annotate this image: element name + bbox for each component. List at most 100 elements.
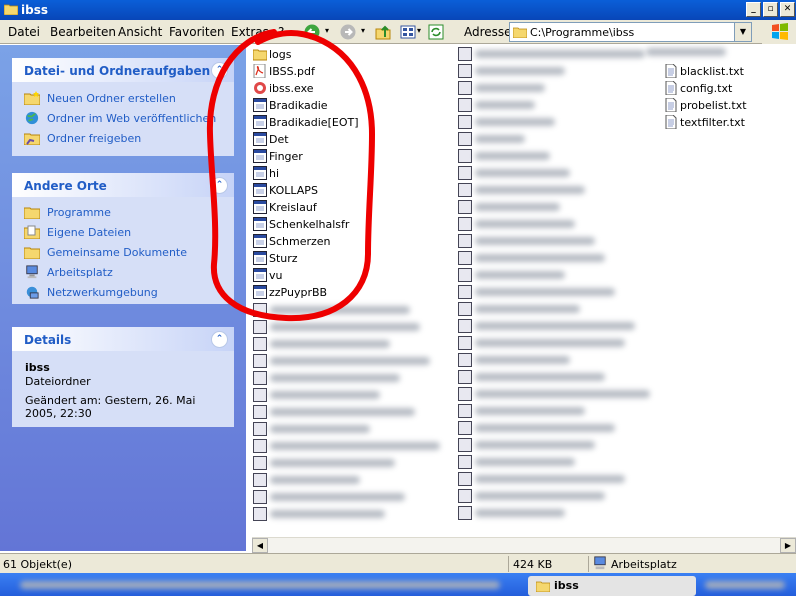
close-button[interactable]: ✕ [780, 2, 795, 17]
blurred-filename [475, 67, 565, 75]
window-icon [253, 200, 267, 214]
file-icon-blurred [458, 387, 472, 401]
file-item[interactable]: ibss.exe [253, 80, 433, 97]
file-item[interactable]: KOLLAPS [253, 182, 433, 199]
views-icon[interactable] [400, 24, 416, 40]
back-dropdown-icon[interactable]: ▾ [325, 26, 329, 35]
forward-dropdown-icon[interactable]: ▾ [361, 26, 365, 35]
file-item[interactable]: Schenkelhalsfr [253, 216, 433, 233]
file-item[interactable]: hi [253, 165, 433, 182]
file-icon-blurred [458, 404, 472, 418]
menu-help[interactable]: ? [278, 25, 284, 39]
folder-up-icon[interactable] [375, 24, 391, 40]
file-item[interactable]: Bradikadie [253, 97, 433, 114]
blurred-file-group-2 [457, 46, 657, 526]
address-dropdown-icon[interactable]: ▼ [734, 23, 751, 41]
blurred-filename [270, 357, 430, 365]
file-item[interactable]: Kreislauf [253, 199, 433, 216]
menu-bearbeiten[interactable]: Bearbeiten [50, 25, 116, 39]
taskbar-window-button[interactable]: ibss [528, 576, 696, 596]
file-icon-blurred [253, 303, 267, 317]
blurred-filename [270, 442, 440, 450]
blurred-filename [270, 408, 415, 416]
file-item[interactable]: config.txt [664, 80, 789, 97]
views-dropdown-icon[interactable]: ▾ [417, 26, 421, 35]
title-bar[interactable]: ibss _ ▫ ✕ [0, 0, 796, 20]
blurred-filename [475, 220, 575, 228]
task-publish-web[interactable]: Ordner im Web veröffentlichen [24, 111, 229, 127]
minimize-button[interactable]: _ [746, 2, 761, 17]
forward-icon[interactable] [340, 24, 356, 40]
blurred-filename [475, 305, 580, 313]
menu-datei[interactable]: Datei [8, 25, 40, 39]
file-item[interactable]: blacklist.txt [664, 63, 789, 80]
file-icon-blurred [458, 455, 472, 469]
file-item[interactable]: Det [253, 131, 433, 148]
file-item[interactable]: Bradikadie[EOT] [253, 114, 433, 131]
file-item[interactable]: vu [253, 267, 433, 284]
scroll-left-icon[interactable]: ◀ [252, 538, 268, 553]
address-bar[interactable]: C:\Programme\ibss ▼ [509, 22, 752, 42]
place-netzwerkumgebung[interactable]: Netzwerkumgebung [24, 285, 224, 301]
file-item[interactable]: logs [253, 46, 433, 63]
file-item[interactable]: zzPuyprBB [253, 284, 433, 301]
horizontal-scrollbar[interactable]: ◀ ▶ [252, 537, 796, 553]
file-list: logs IBSS.pdf ibss.exe Bradikadie Bradik… [246, 45, 796, 537]
panel-title: Datei- und Ordneraufgaben [24, 64, 211, 78]
folder-icon [24, 207, 40, 219]
sync-icon[interactable] [428, 24, 444, 40]
place-gemeinsame-dokumente[interactable]: Gemeinsame Dokumente [24, 245, 224, 261]
blurred-filename [270, 323, 420, 331]
file-item[interactable]: probelist.txt [664, 97, 789, 114]
place-arbeitsplatz[interactable]: Arbeitsplatz [24, 265, 224, 281]
file-item[interactable]: Finger [253, 148, 433, 165]
maximize-button[interactable]: ▫ [763, 2, 778, 17]
blurred-filename [475, 50, 645, 58]
task-share-folder[interactable]: Ordner freigeben [24, 131, 229, 147]
blurred-filename [475, 288, 615, 296]
address-label: Adresse [464, 25, 512, 39]
details-body: ibss Dateiordner Geändert am: Gestern, 2… [12, 351, 234, 427]
text-file-icon [665, 81, 677, 95]
file-icon-blurred [458, 183, 472, 197]
file-item[interactable]: textfilter.txt [664, 114, 789, 131]
file-item[interactable]: Schmerzen [253, 233, 433, 250]
other-places-header[interactable]: Andere Orte ⌃ [12, 173, 234, 197]
place-programme[interactable]: Programme [24, 205, 224, 221]
file-tasks-header[interactable]: Datei- und Ordneraufgaben ⌃ [12, 58, 234, 82]
collapse-chevron-icon[interactable]: ⌃ [211, 177, 228, 194]
task-new-folder[interactable]: Neuen Ordner erstellen [24, 91, 229, 107]
menu-extras[interactable]: Extras [231, 25, 269, 39]
window-icon [253, 251, 267, 265]
blurred-filename [475, 509, 565, 517]
file-item[interactable]: Sturz [253, 250, 433, 267]
file-icon-blurred [458, 370, 472, 384]
address-input[interactable]: C:\Programme\ibss [530, 26, 634, 39]
window-icon [253, 149, 267, 163]
blurred-filename [475, 118, 555, 126]
place-eigene-dateien[interactable]: Eigene Dateien [24, 225, 224, 241]
blurred-filename [475, 475, 625, 483]
collapse-chevron-icon[interactable]: ⌃ [211, 62, 228, 79]
menu-favoriten[interactable]: Favoriten [169, 25, 225, 39]
menu-ansicht[interactable]: Ansicht [118, 25, 162, 39]
blurred-filename [475, 441, 595, 449]
file-tasks-body: Neuen Ordner erstellen Ordner im Web ver… [12, 82, 234, 156]
globe-icon [25, 111, 39, 125]
windows-logo [762, 20, 796, 44]
blurred-filename [475, 390, 650, 398]
details-header[interactable]: Details ⌃ [12, 327, 234, 351]
blurred-filename [475, 424, 615, 432]
windows-flag-icon [772, 23, 788, 40]
collapse-chevron-icon[interactable]: ⌃ [211, 331, 228, 348]
scroll-right-icon[interactable]: ▶ [780, 538, 796, 553]
file-icon-blurred [458, 489, 472, 503]
file-item[interactable]: IBSS.pdf [253, 63, 433, 80]
file-icon-blurred [458, 472, 472, 486]
back-icon[interactable] [304, 24, 320, 40]
details-name: ibss [25, 361, 50, 374]
blurred-filename [475, 254, 605, 262]
window-icon [253, 183, 267, 197]
blurred-filename [270, 459, 395, 467]
status-object-count: 61 Objekt(e) [3, 558, 72, 571]
